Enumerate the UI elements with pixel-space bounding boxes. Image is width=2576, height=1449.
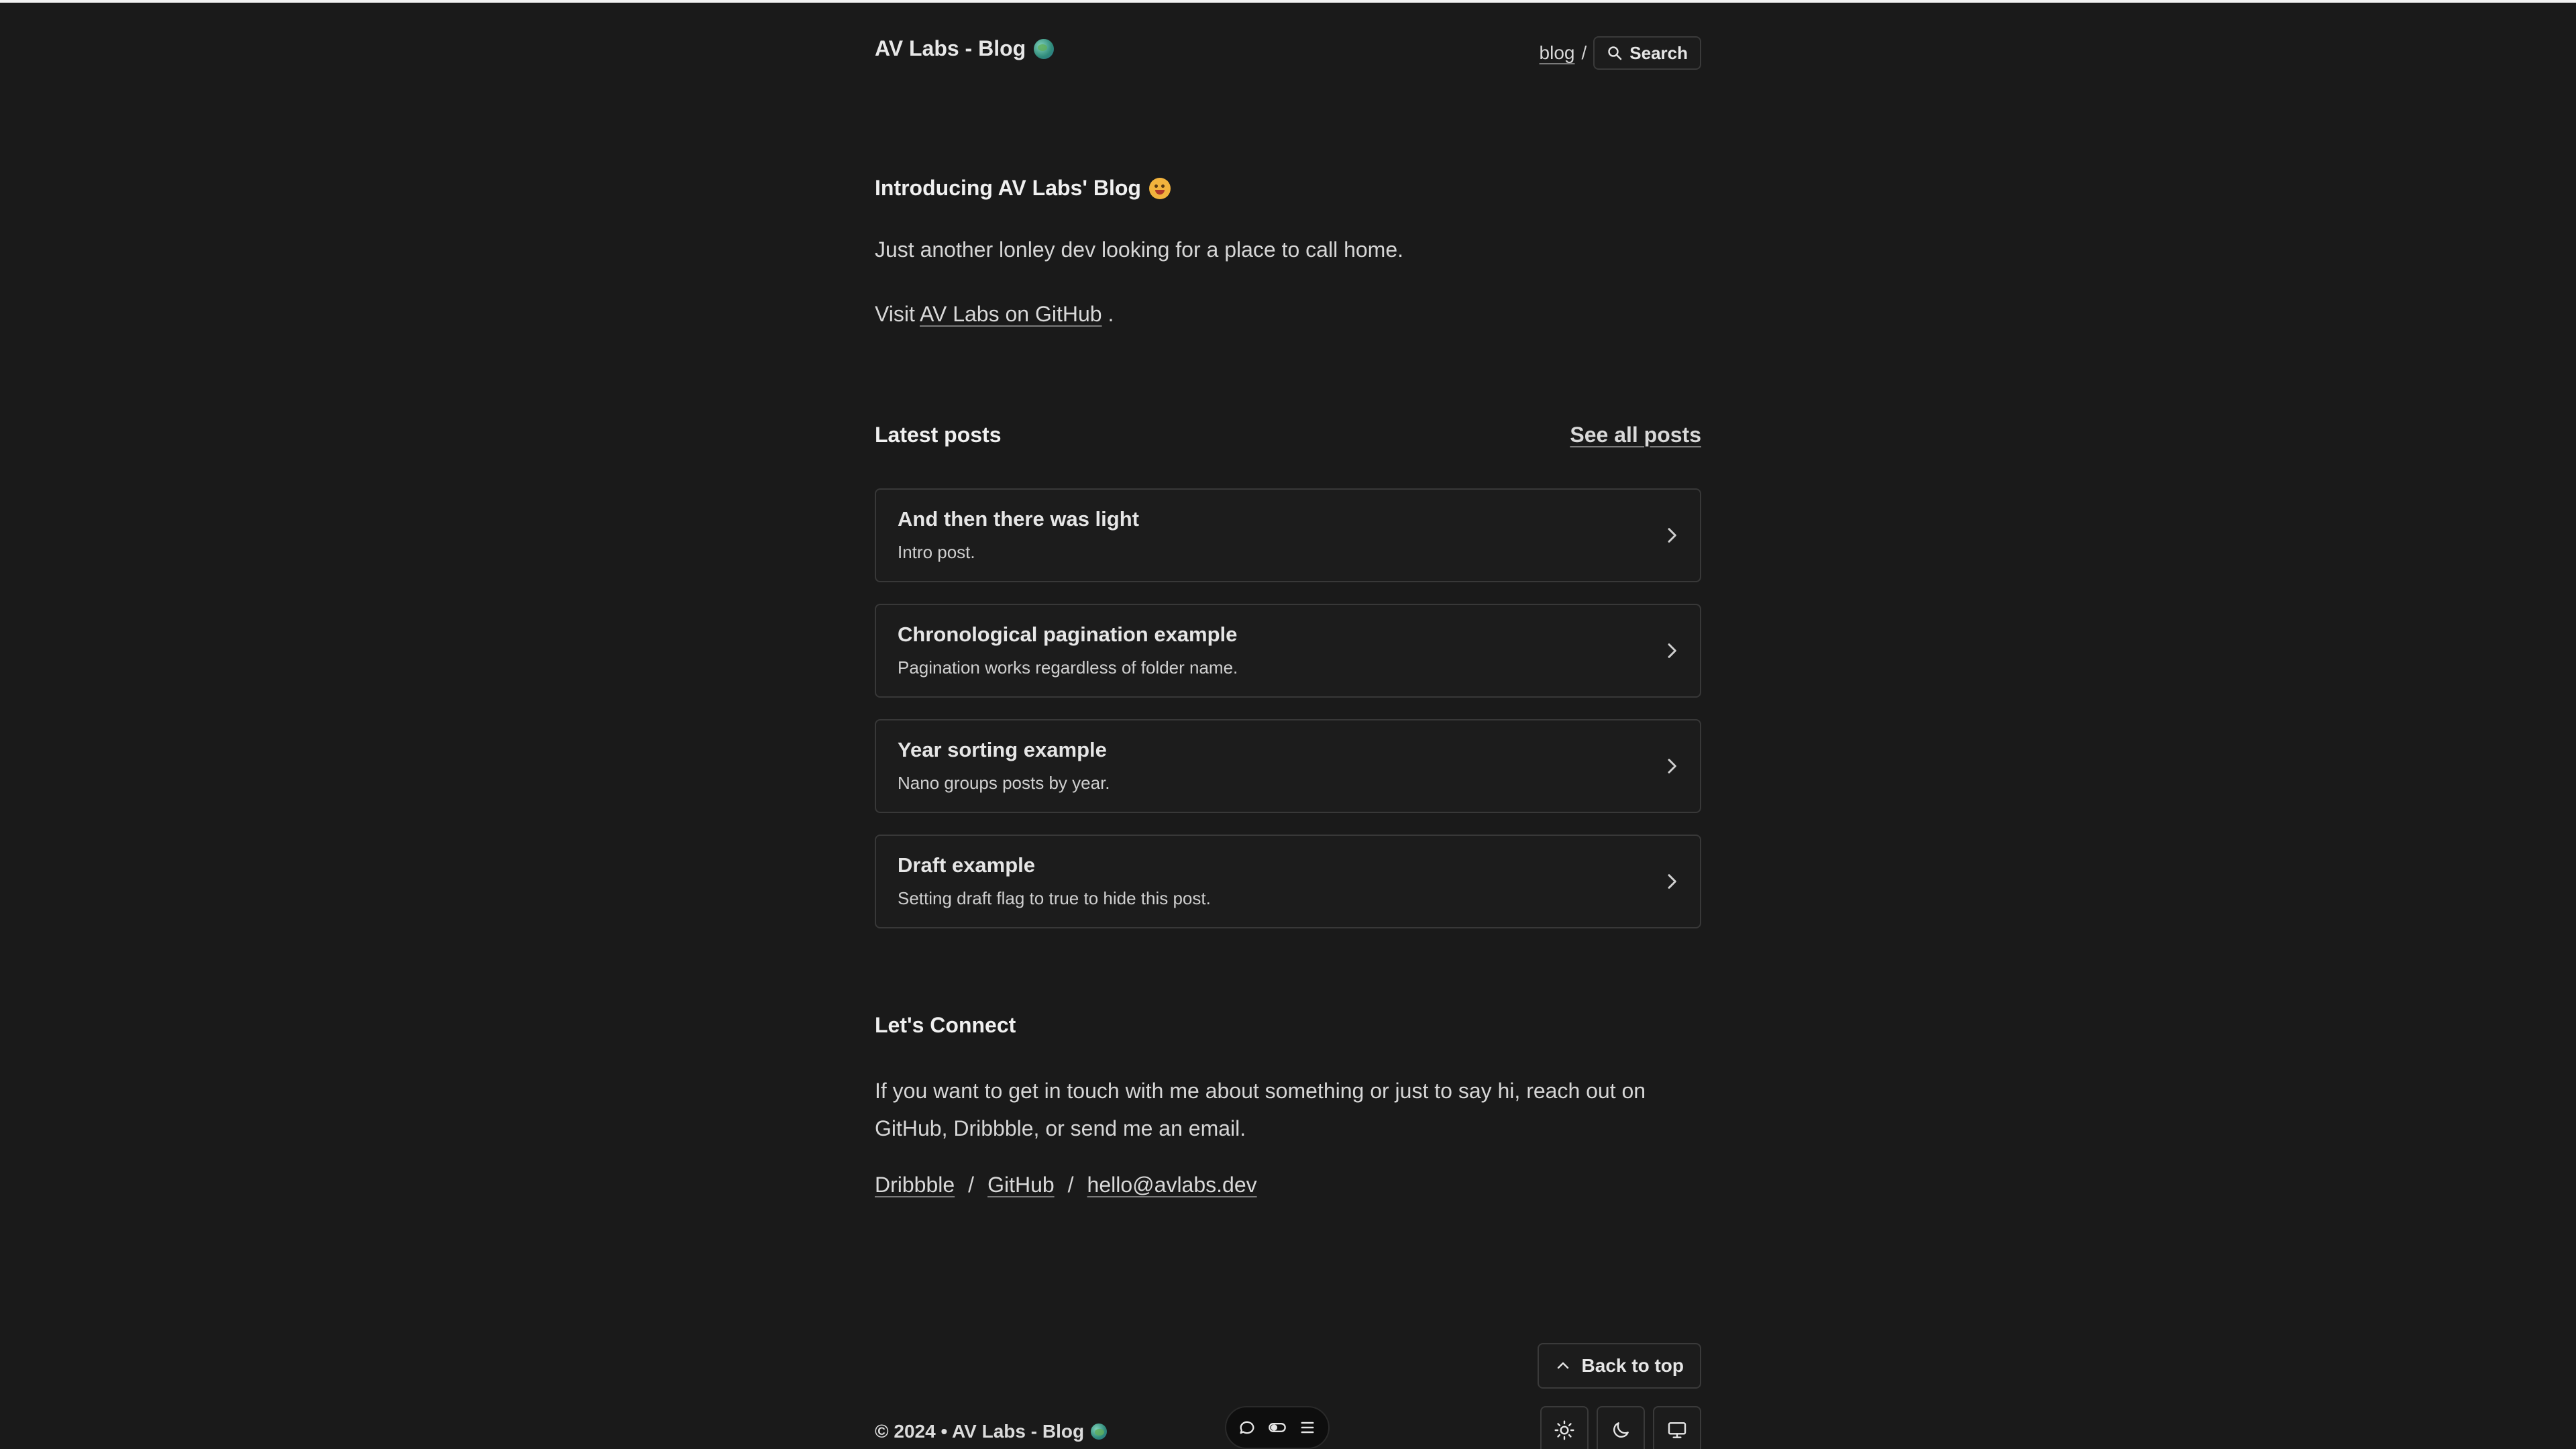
back-to-top-button[interactable]: Back to top — [1537, 1343, 1701, 1389]
theme-switcher — [1540, 1406, 1701, 1449]
visit-prefix: Visit — [875, 302, 915, 326]
post-title: And then there was light — [898, 507, 1139, 531]
site-title-text[interactable]: AV Labs - Blog — [875, 36, 1026, 61]
globe-icon — [1091, 1424, 1108, 1440]
link-separator: / — [968, 1173, 975, 1197]
post-title: Draft example — [898, 853, 1036, 877]
latest-posts-title: Latest posts — [875, 423, 1002, 447]
dark-theme-button[interactable] — [1597, 1406, 1645, 1449]
post-card[interactable]: And then there was light Intro post. — [875, 488, 1701, 582]
post-card[interactable]: Year sorting example Nano groups posts b… — [875, 719, 1701, 813]
chevron-right-icon — [1668, 759, 1676, 773]
breadcrumb-nav: blog / Search — [1540, 36, 1701, 70]
post-card[interactable]: Chronological pagination example Paginat… — [875, 604, 1701, 698]
menu-icon[interactable] — [1298, 1418, 1317, 1437]
search-button[interactable]: Search — [1593, 36, 1701, 70]
chevron-right-icon — [1668, 874, 1676, 889]
visit-suffix: . — [1108, 302, 1114, 326]
site-title[interactable]: AV Labs - Blog — [875, 36, 1055, 61]
search-icon — [1608, 46, 1622, 60]
link-separator: / — [1067, 1173, 1074, 1197]
party-face-icon — [1148, 177, 1171, 199]
connect-text: If you want to get in touch with me abou… — [875, 1079, 1646, 1140]
copyright: © 2024 • AV Labs - Blog — [875, 1421, 1108, 1442]
globe-icon — [1034, 38, 1055, 59]
intro-heading-text: Introducing AV Labs' Blog — [875, 176, 1141, 200]
intro-text: Just another lonley dev looking for a pl… — [875, 237, 1404, 262]
chevron-right-icon — [1668, 643, 1676, 658]
back-to-top-label: Back to top — [1581, 1355, 1684, 1376]
search-button-label: Search — [1629, 42, 1688, 63]
page-container: AV Labs - Blog blog / Search Introducing… — [875, 0, 1701, 1449]
chevron-right-icon — [1668, 528, 1676, 543]
see-all-posts-link[interactable]: See all posts — [1570, 423, 1701, 447]
monitor-icon — [1668, 1422, 1686, 1438]
nav-separator: / — [1581, 42, 1587, 63]
light-theme-button[interactable] — [1540, 1406, 1589, 1449]
chevron-up-icon — [1557, 1362, 1568, 1369]
chat-icon[interactable] — [1238, 1418, 1256, 1437]
contact-links: Dribbble / GitHub / hello@avlabs.dev — [875, 1173, 1257, 1197]
post-title: Chronological pagination example — [898, 623, 1238, 646]
dribbble-link[interactable]: Dribbble — [875, 1173, 955, 1197]
nav-blog-link[interactable]: blog — [1540, 42, 1575, 64]
copyright-text: © 2024 • AV Labs - Blog — [875, 1421, 1085, 1442]
floating-toolbar — [1225, 1406, 1330, 1449]
github-link[interactable]: GitHub — [987, 1173, 1055, 1197]
intro-heading: Introducing AV Labs' Blog — [875, 176, 1171, 201]
connect-heading: Let's Connect — [875, 1013, 1016, 1037]
post-description: Pagination works regardless of folder na… — [898, 657, 1238, 678]
email-link[interactable]: hello@avlabs.dev — [1087, 1173, 1257, 1197]
toggle-icon[interactable] — [1268, 1418, 1287, 1437]
site-header: AV Labs - Blog blog / Search — [875, 35, 1701, 70]
github-profile-link[interactable]: AV Labs on GitHub — [920, 302, 1102, 326]
latest-posts-header: Latest posts See all posts — [875, 423, 1701, 452]
sun-icon — [1554, 1420, 1574, 1440]
post-description: Setting draft flag to true to hide this … — [898, 888, 1211, 908]
moon-icon — [1613, 1422, 1629, 1438]
post-description: Intro post. — [898, 542, 975, 562]
post-description: Nano groups posts by year. — [898, 773, 1110, 793]
visit-line: Visit AV Labs on GitHub . — [875, 302, 1114, 327]
post-title: Year sorting example — [898, 738, 1107, 761]
system-theme-button[interactable] — [1653, 1406, 1701, 1449]
post-card[interactable]: Draft example Setting draft flag to true… — [875, 835, 1701, 928]
